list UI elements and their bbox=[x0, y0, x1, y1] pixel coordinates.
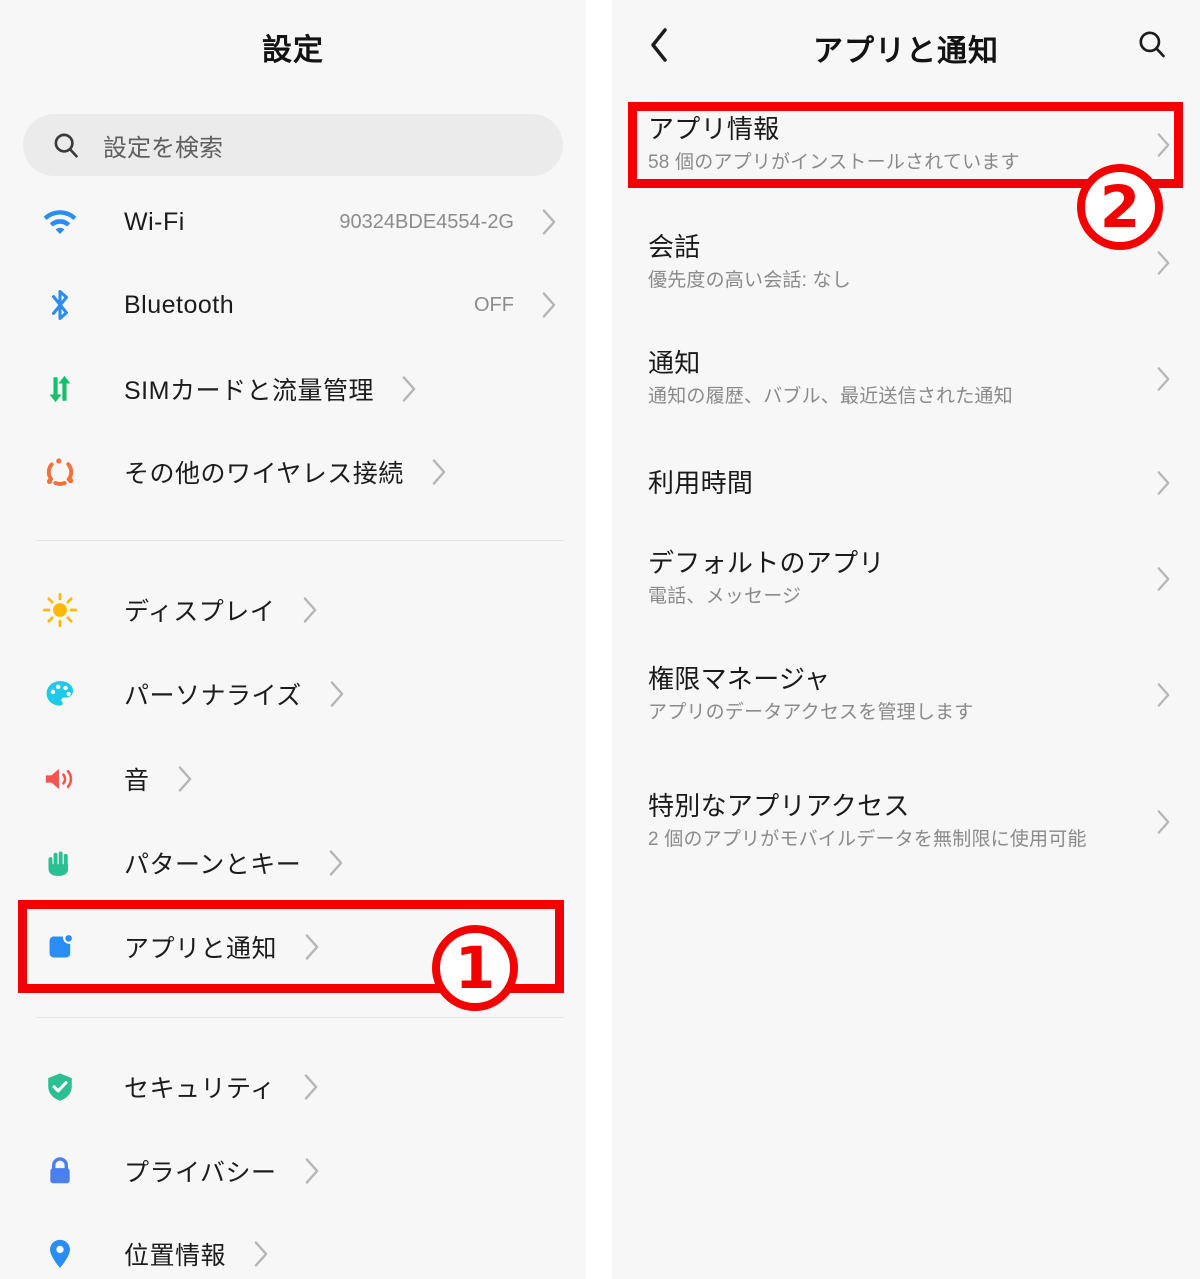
sidebar-item-label: ディスプレイ bbox=[124, 598, 276, 626]
gesture-hand-icon bbox=[40, 843, 80, 883]
display-brightness-icon bbox=[40, 590, 80, 630]
chevron-right-icon bbox=[168, 765, 202, 793]
chevron-right-icon bbox=[320, 680, 354, 708]
chevron-right-icon bbox=[295, 933, 329, 961]
list-item-subtitle: アプリのデータアクセスを管理します bbox=[648, 702, 974, 724]
chevron-right-icon bbox=[532, 291, 566, 319]
sidebar-item-privacy[interactable]: プライバシー bbox=[0, 1129, 586, 1213]
annotation-marker-1-number: 1 bbox=[454, 934, 496, 1002]
sidebar-item-personalize[interactable]: パーソナライズ bbox=[0, 652, 586, 736]
chevron-right-icon bbox=[422, 458, 456, 486]
sidebar-item-label: SIMカードと流量管理 bbox=[124, 377, 374, 405]
sidebar-item-label: 音 bbox=[124, 767, 150, 795]
sidebar-item-sim-data[interactable]: SIMカードと流量管理 bbox=[0, 347, 586, 431]
search-icon bbox=[1136, 28, 1168, 65]
chevron-right-icon bbox=[392, 375, 426, 403]
chevron-right-icon bbox=[293, 596, 327, 624]
security-shield-icon bbox=[40, 1067, 80, 1107]
list-item-text: 通知 通知の履歴、バブル、最近送信された通知 bbox=[648, 347, 1013, 412]
settings-panel: 設定 設定を検索 Wi-Fi 90324BDE4554-2G Bluetooth… bbox=[0, 0, 586, 1279]
list-item-subtitle: 2 個のアプリがモバイルデータを無制限に使用可能 bbox=[648, 829, 1087, 851]
list-item-text: 特別なアプリアクセス 2 個のアプリがモバイルデータを無制限に使用可能 bbox=[648, 790, 1087, 855]
list-item-text: アプリ情報 58 個のアプリがインストールされています bbox=[648, 113, 1020, 178]
chevron-right-icon bbox=[294, 1073, 328, 1101]
annotation-marker-2: 2 bbox=[1077, 164, 1163, 250]
list-item-notifications[interactable]: 通知 通知の履歴、バブル、最近送信された通知 bbox=[612, 342, 1200, 416]
sidebar-item-security[interactable]: セキュリティ bbox=[0, 1045, 586, 1129]
page-title-settings: 設定 bbox=[262, 34, 324, 67]
chevron-right-icon bbox=[244, 1240, 278, 1268]
chevron-right-icon bbox=[1148, 366, 1178, 392]
sidebar-item-label: パーソナライズ bbox=[124, 682, 302, 710]
sidebar-item-location[interactable]: 位置情報 bbox=[0, 1212, 586, 1279]
search-input[interactable]: 設定を検索 bbox=[23, 114, 563, 176]
list-item-title: アプリ情報 bbox=[648, 113, 780, 144]
chevron-right-icon bbox=[295, 1157, 329, 1185]
section-divider bbox=[36, 540, 564, 541]
list-item-title: 特別なアプリアクセス bbox=[648, 790, 910, 821]
wireless-connection-icon bbox=[40, 452, 80, 492]
chevron-right-icon bbox=[1148, 250, 1178, 276]
sidebar-item-gestures[interactable]: パターンとキー bbox=[0, 821, 586, 905]
list-item-default-apps[interactable]: デフォルトのアプリ 電話、メッセージ bbox=[612, 542, 1200, 616]
sidebar-item-value: 90324BDE4554-2G bbox=[339, 210, 514, 233]
sidebar-item-value: OFF bbox=[474, 293, 514, 316]
list-item-subtitle: 通知の履歴、バブル、最近送信された通知 bbox=[648, 386, 1013, 408]
list-item-title: 利用時間 bbox=[648, 467, 754, 498]
apps-notifications-icon bbox=[40, 927, 80, 967]
sidebar-item-display[interactable]: ディスプレイ bbox=[0, 568, 586, 652]
sidebar-item-label: その他のワイヤレス接続 bbox=[124, 460, 404, 488]
sound-speaker-icon bbox=[40, 759, 80, 799]
chevron-right-icon bbox=[1148, 566, 1178, 592]
bluetooth-icon bbox=[40, 285, 80, 325]
sidebar-item-label: セキュリティ bbox=[124, 1075, 276, 1103]
list-item-text: デフォルトのアプリ 電話、メッセージ bbox=[648, 547, 885, 612]
chevron-right-icon bbox=[1148, 132, 1178, 158]
annotation-marker-1: 1 bbox=[432, 925, 518, 1011]
list-item-screen-time[interactable]: 利用時間 bbox=[612, 458, 1200, 508]
sidebar-item-other-wireless[interactable]: その他のワイヤレス接続 bbox=[0, 430, 586, 514]
list-item-text: 会話 優先度の高い会話: なし bbox=[648, 231, 851, 296]
search-button[interactable] bbox=[1126, 20, 1178, 72]
list-item-text: 利用時間 bbox=[648, 467, 753, 500]
location-pin-icon bbox=[40, 1234, 80, 1274]
sidebar-item-sound[interactable]: 音 bbox=[0, 737, 586, 821]
list-item-title: 会話 bbox=[648, 231, 701, 262]
chevron-right-icon bbox=[319, 849, 353, 877]
sidebar-item-bluetooth[interactable]: Bluetooth OFF bbox=[0, 263, 586, 347]
sidebar-item-wifi[interactable]: Wi-Fi 90324BDE4554-2G bbox=[0, 180, 586, 264]
sim-data-icon bbox=[40, 369, 80, 409]
chevron-right-icon bbox=[1148, 682, 1178, 708]
sidebar-item-label: パターンとキー bbox=[124, 851, 302, 879]
sidebar-item-label: Bluetooth bbox=[124, 290, 235, 319]
list-item-subtitle: 電話、メッセージ bbox=[648, 586, 802, 608]
annotation-marker-2-number: 2 bbox=[1099, 173, 1141, 241]
list-item-text: 権限マネージャ アプリのデータアクセスを管理します bbox=[648, 663, 973, 728]
page-title-apps-notifications: アプリと通知 bbox=[813, 35, 999, 68]
privacy-lock-icon bbox=[40, 1151, 80, 1191]
sidebar-item-label: Wi-Fi bbox=[124, 207, 185, 236]
list-item-title: 権限マネージャ bbox=[648, 663, 831, 694]
sidebar-item-label: プライバシー bbox=[124, 1159, 277, 1187]
chevron-right-icon bbox=[1148, 809, 1178, 835]
screenshot-root: 設定 設定を検索 Wi-Fi 90324BDE4554-2G Bluetooth… bbox=[0, 0, 1200, 1279]
chevron-right-icon bbox=[1148, 470, 1178, 496]
chevron-right-icon bbox=[532, 208, 566, 236]
section-divider bbox=[36, 1017, 564, 1018]
sidebar-item-label: アプリと通知 bbox=[124, 935, 278, 963]
list-item-permission-manager[interactable]: 権限マネージャ アプリのデータアクセスを管理します bbox=[612, 658, 1200, 732]
search-placeholder: 設定を検索 bbox=[103, 134, 223, 162]
list-item-subtitle: 58 個のアプリがインストールされています bbox=[648, 152, 1020, 174]
list-item-title: 通知 bbox=[648, 347, 701, 378]
list-item-subtitle: 優先度の高い会話: なし bbox=[648, 270, 851, 292]
search-icon bbox=[51, 130, 81, 160]
sidebar-item-label: 位置情報 bbox=[124, 1242, 227, 1270]
wifi-icon bbox=[40, 202, 80, 242]
list-item-special-app-access[interactable]: 特別なアプリアクセス 2 個のアプリがモバイルデータを無制限に使用可能 bbox=[612, 772, 1200, 872]
list-item-title: デフォルトのアプリ bbox=[648, 547, 885, 578]
personalize-palette-icon bbox=[40, 674, 80, 714]
